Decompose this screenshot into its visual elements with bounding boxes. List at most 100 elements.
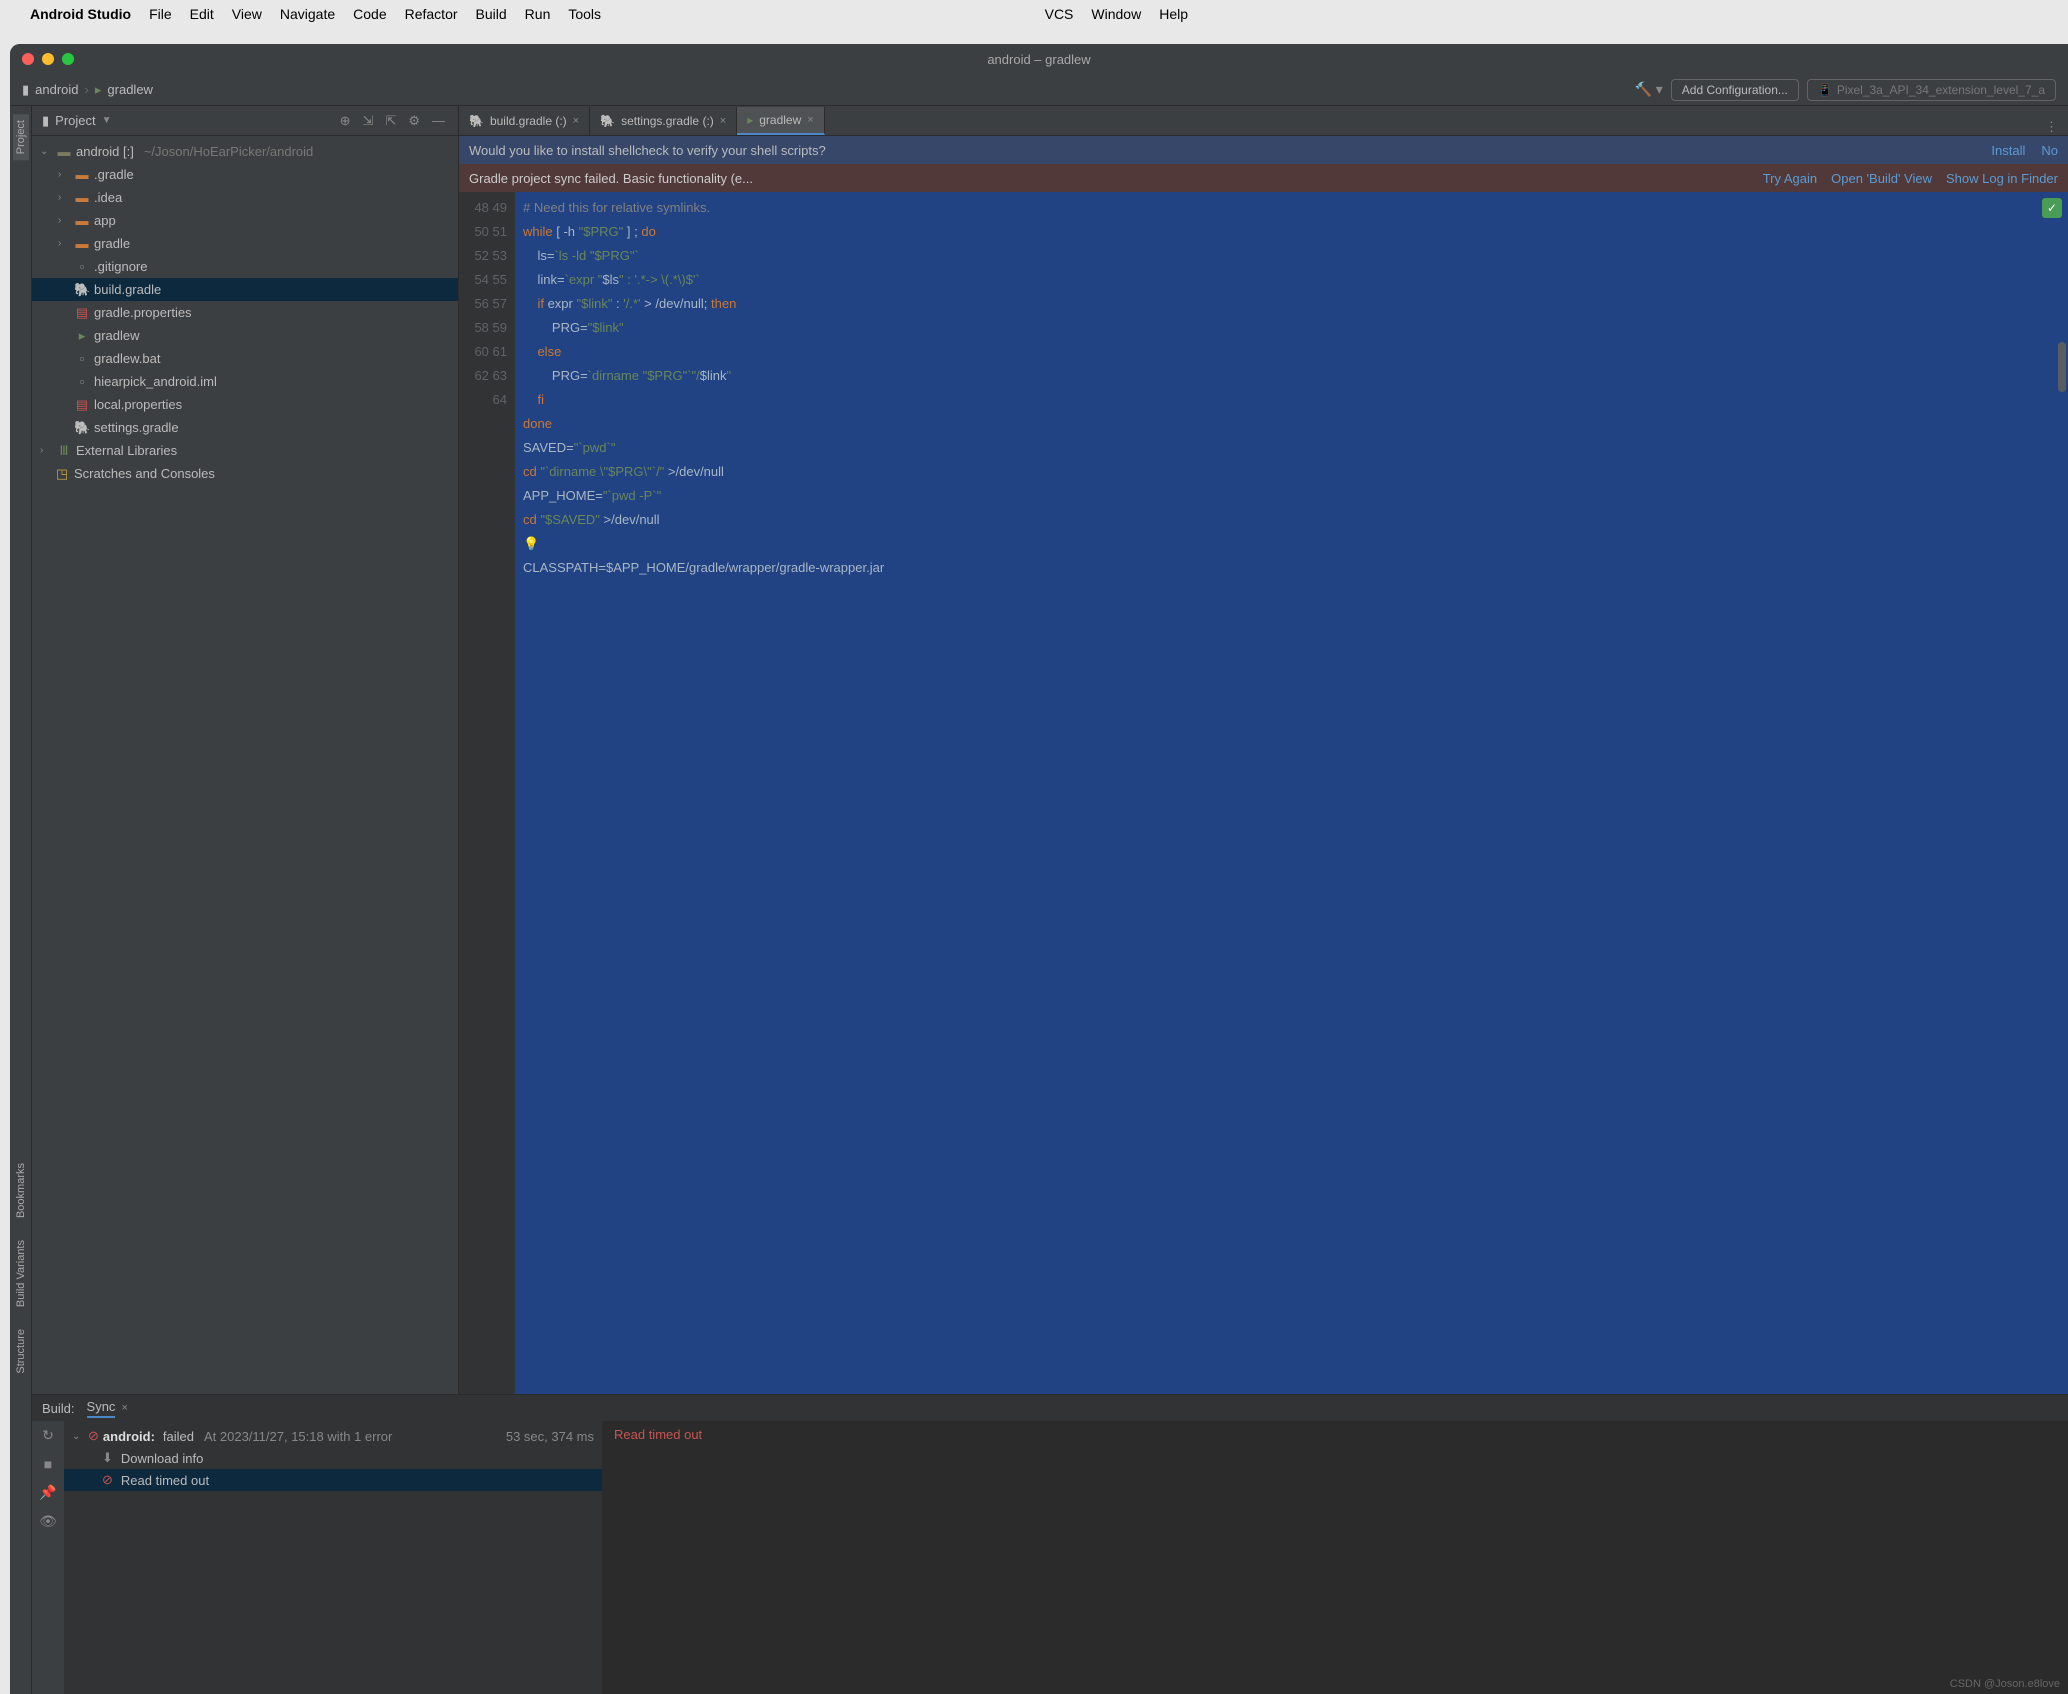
tab-sync[interactable]: Sync bbox=[87, 1399, 116, 1418]
collapse-icon[interactable]: ⇱ bbox=[382, 113, 399, 129]
no-link[interactable]: No bbox=[2041, 143, 2058, 158]
menu-file[interactable]: File bbox=[149, 6, 172, 22]
zoom-button[interactable] bbox=[62, 53, 74, 65]
pin-icon[interactable]: 📌 bbox=[39, 1484, 56, 1501]
inspection-ok-icon[interactable]: ✓ bbox=[2042, 198, 2062, 218]
project-tree[interactable]: ⌄ ▬ android [:] ~/Joson/HoEarPicker/andr… bbox=[32, 136, 458, 1394]
menu-build[interactable]: Build bbox=[476, 6, 507, 22]
tree-item[interactable]: ▤local.properties bbox=[32, 393, 458, 416]
tree-item[interactable]: ▤gradle.properties bbox=[32, 301, 458, 324]
chevron-icon[interactable]: › bbox=[58, 192, 70, 203]
module-icon: ▬ bbox=[56, 144, 72, 159]
close-icon[interactable]: × bbox=[807, 114, 813, 126]
tree-item[interactable]: ▸gradlew bbox=[32, 324, 458, 347]
open-build-link[interactable]: Open 'Build' View bbox=[1831, 171, 1932, 186]
chevron-down-icon[interactable]: ⌄ bbox=[40, 146, 52, 157]
scrollbar-thumb[interactable] bbox=[2058, 342, 2066, 392]
tab-options-icon[interactable]: ⋮ bbox=[2035, 119, 2068, 135]
banner-text: Would you like to install shellcheck to … bbox=[469, 143, 826, 158]
tree-item[interactable]: ›▬gradle bbox=[32, 232, 458, 255]
chevron-icon[interactable]: › bbox=[58, 215, 70, 226]
device-selector[interactable]: 📱 Pixel_3a_API_34_extension_level_7_a bbox=[1807, 79, 2056, 101]
chevron-right-icon[interactable]: › bbox=[40, 445, 52, 456]
tree-item[interactable]: ▫gradlew.bat bbox=[32, 347, 458, 370]
try-again-link[interactable]: Try Again bbox=[1763, 171, 1817, 186]
menu-view[interactable]: View bbox=[232, 6, 262, 22]
build-tree[interactable]: ⌄ ⊘ android: failed At 2023/11/27, 15:18… bbox=[64, 1421, 602, 1694]
tree-item[interactable]: ▫.gitignore bbox=[32, 255, 458, 278]
show-log-link[interactable]: Show Log in Finder bbox=[1946, 171, 2058, 186]
tree-label: .gitignore bbox=[94, 259, 147, 274]
gear-icon[interactable]: ⚙ bbox=[405, 113, 423, 129]
tree-item[interactable]: ›▬.idea bbox=[32, 186, 458, 209]
tab-structure[interactable]: Structure bbox=[15, 1329, 27, 1374]
view-icon[interactable]: 👁 bbox=[39, 1513, 57, 1530]
line-gutter[interactable]: 48 49 50 51 52 53 54 55 56 57 58 59 60 6… bbox=[459, 192, 515, 1394]
breadcrumb[interactable]: ▮ android › ▸ gradlew bbox=[22, 82, 153, 98]
watermark: CSDN @Joson.e8love bbox=[1950, 1678, 2060, 1690]
build-row-project[interactable]: ⌄ ⊘ android: failed At 2023/11/27, 15:18… bbox=[64, 1425, 602, 1447]
menu-edit[interactable]: Edit bbox=[190, 6, 214, 22]
locate-icon[interactable]: ⊕ bbox=[337, 113, 354, 129]
chevron-icon[interactable]: › bbox=[58, 169, 70, 180]
menu-help[interactable]: Help bbox=[1159, 6, 1188, 22]
tab-project[interactable]: Project bbox=[13, 114, 29, 160]
chevron-down-icon[interactable]: ▼ bbox=[102, 115, 112, 126]
gradle-icon: 🐘 bbox=[469, 114, 484, 128]
close-icon[interactable]: × bbox=[121, 1402, 127, 1414]
hide-icon[interactable]: — bbox=[429, 113, 448, 128]
tab-bookmarks[interactable]: Bookmarks bbox=[15, 1163, 27, 1218]
intention-bulb-icon[interactable]: 💡 bbox=[523, 532, 539, 556]
library-icon: Ⅲ bbox=[56, 443, 72, 459]
ide-window: android – gradlew ▮ android › ▸ gradlew … bbox=[10, 44, 2068, 1694]
tree-label: hiearpick_android.iml bbox=[94, 374, 217, 389]
chevron-down-icon[interactable]: ⌄ bbox=[72, 1431, 84, 1442]
close-icon[interactable]: × bbox=[573, 115, 579, 127]
menu-run[interactable]: Run bbox=[525, 6, 551, 22]
build-icon[interactable]: 🔨 ▾ bbox=[1634, 81, 1662, 98]
shellcheck-banner: Would you like to install shellcheck to … bbox=[459, 136, 2068, 164]
tree-root[interactable]: ⌄ ▬ android [:] ~/Joson/HoEarPicker/andr… bbox=[32, 140, 458, 163]
app-name[interactable]: Android Studio bbox=[30, 6, 131, 22]
build-output[interactable]: Read timed out bbox=[602, 1421, 2068, 1694]
refresh-icon[interactable]: ↻ bbox=[42, 1427, 54, 1444]
tree-scratches[interactable]: ◳ Scratches and Consoles bbox=[32, 462, 458, 485]
project-view-label[interactable]: Project bbox=[55, 113, 95, 128]
build-row-error[interactable]: ⊘ Read timed out bbox=[64, 1469, 602, 1491]
tree-item[interactable]: ▫hiearpick_android.iml bbox=[32, 370, 458, 393]
tree-item[interactable]: ›▬.gradle bbox=[32, 163, 458, 186]
tab-gradlew[interactable]: ▸ gradlew × bbox=[737, 107, 825, 135]
add-configuration-button[interactable]: Add Configuration... bbox=[1671, 79, 1799, 101]
tree-item[interactable]: 🐘settings.gradle bbox=[32, 416, 458, 439]
stop-icon[interactable]: ■ bbox=[44, 1456, 52, 1472]
code-body[interactable]: # Need this for relative symlinks. while… bbox=[515, 192, 2068, 1394]
close-button[interactable] bbox=[22, 53, 34, 65]
code-editor[interactable]: 48 49 50 51 52 53 54 55 56 57 58 59 60 6… bbox=[459, 192, 2068, 1394]
build-row-download[interactable]: ⬇ Download info bbox=[64, 1447, 602, 1469]
menu-tools[interactable]: Tools bbox=[568, 6, 601, 22]
tab-settings-gradle[interactable]: 🐘 settings.gradle (:) × bbox=[590, 107, 737, 135]
menu-navigate[interactable]: Navigate bbox=[280, 6, 335, 22]
editor-pane: 🐘 build.gradle (:) × 🐘 settings.gradle (… bbox=[459, 106, 2068, 1394]
project-pane-header: ▮ Project ▼ ⊕ ⇲ ⇱ ⚙ — bbox=[32, 106, 458, 136]
install-link[interactable]: Install bbox=[1991, 143, 2025, 158]
close-icon[interactable]: × bbox=[720, 115, 726, 127]
crumb-file[interactable]: gradlew bbox=[107, 82, 153, 97]
menu-code[interactable]: Code bbox=[353, 6, 386, 22]
crumb-project[interactable]: android bbox=[35, 82, 78, 97]
menu-vcs[interactable]: VCS bbox=[1045, 6, 1074, 22]
menu-window[interactable]: Window bbox=[1091, 6, 1141, 22]
tree-item[interactable]: 🐘build.gradle bbox=[32, 278, 458, 301]
chevron-icon[interactable]: › bbox=[58, 238, 70, 249]
tree-label: build.gradle bbox=[94, 282, 161, 297]
tree-item[interactable]: ›▬app bbox=[32, 209, 458, 232]
menu-refactor[interactable]: Refactor bbox=[405, 6, 458, 22]
tab-build-gradle[interactable]: 🐘 build.gradle (:) × bbox=[459, 107, 590, 135]
root-path: ~/Joson/HoEarPicker/android bbox=[144, 144, 313, 159]
minimize-button[interactable] bbox=[42, 53, 54, 65]
editor-tabs: 🐘 build.gradle (:) × 🐘 settings.gradle (… bbox=[459, 106, 2068, 136]
expand-icon[interactable]: ⇲ bbox=[360, 113, 377, 129]
tree-external-libs[interactable]: › Ⅲ External Libraries bbox=[32, 439, 458, 462]
tab-build-variants[interactable]: Build Variants bbox=[15, 1240, 27, 1307]
tab-label: gradlew bbox=[759, 113, 801, 127]
